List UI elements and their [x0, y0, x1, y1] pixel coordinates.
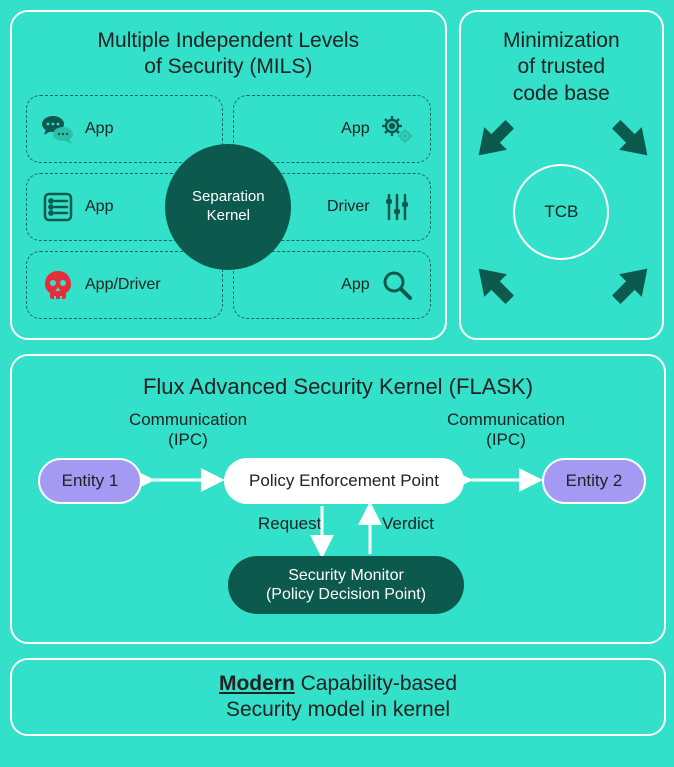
tcb-title: Minimization of trusted code base [469, 28, 654, 107]
tcb-label: TCB [544, 202, 578, 222]
chat-icon [41, 112, 75, 146]
magnifier-icon [380, 268, 414, 302]
mils-title-line1: Multiple Independent Levels [98, 29, 360, 52]
flask-entity2: Entity 2 [542, 458, 646, 504]
mils-cell-label: App [85, 198, 113, 216]
list-icon [41, 190, 75, 224]
separation-kernel-circle: Separation Kernel [165, 144, 291, 270]
tcb-title-line2: of trusted [518, 55, 606, 78]
flask-title: Flux Advanced Security Kernel (FLASK) [30, 374, 646, 400]
capability-text: Modern Capability-based Security model i… [219, 671, 457, 724]
capability-panel: Modern Capability-based Security model i… [10, 658, 666, 736]
mils-title: Multiple Independent Levels of Security … [26, 28, 431, 81]
flask-panel: Flux Advanced Security Kernel (FLASK) Co… [10, 354, 666, 644]
mils-cell-label: App [341, 276, 369, 294]
flask-monitor: Security Monitor (Policy Decision Point) [228, 556, 464, 614]
mils-cell-app-gears: App [233, 95, 430, 163]
mils-cell-app-magnifier: App [233, 251, 430, 319]
tcb-title-line1: Minimization [503, 29, 620, 52]
tcb-panel: Minimization of trusted code base [459, 10, 664, 340]
mils-title-line2: of Security (MILS) [144, 55, 312, 78]
mils-grid: App App [26, 95, 431, 319]
gears-icon [380, 112, 414, 146]
mils-panel: Multiple Independent Levels of Security … [10, 10, 447, 340]
sliders-icon [380, 190, 414, 224]
sep-kernel-line2: Kernel [207, 207, 250, 224]
flask-stage: Communication (IPC) Communication (IPC) … [30, 406, 646, 618]
mils-cell-appdriver-skull: App/Driver [26, 251, 223, 319]
flask-entity1: Entity 1 [38, 458, 142, 504]
mils-cell-label: App [85, 120, 113, 138]
sep-kernel-line1: Separation [192, 188, 265, 205]
mils-cell-label: App/Driver [85, 276, 161, 294]
modern-word: Modern [219, 672, 295, 695]
flask-pep: Policy Enforcement Point [224, 458, 464, 504]
tcb-circle: TCB [513, 164, 609, 260]
mils-cell-label: Driver [327, 198, 370, 216]
skull-icon [41, 268, 75, 302]
tcb-diagram: TCB [469, 113, 654, 311]
tcb-title-line3: code base [513, 82, 610, 105]
mils-cell-label: App [341, 120, 369, 138]
